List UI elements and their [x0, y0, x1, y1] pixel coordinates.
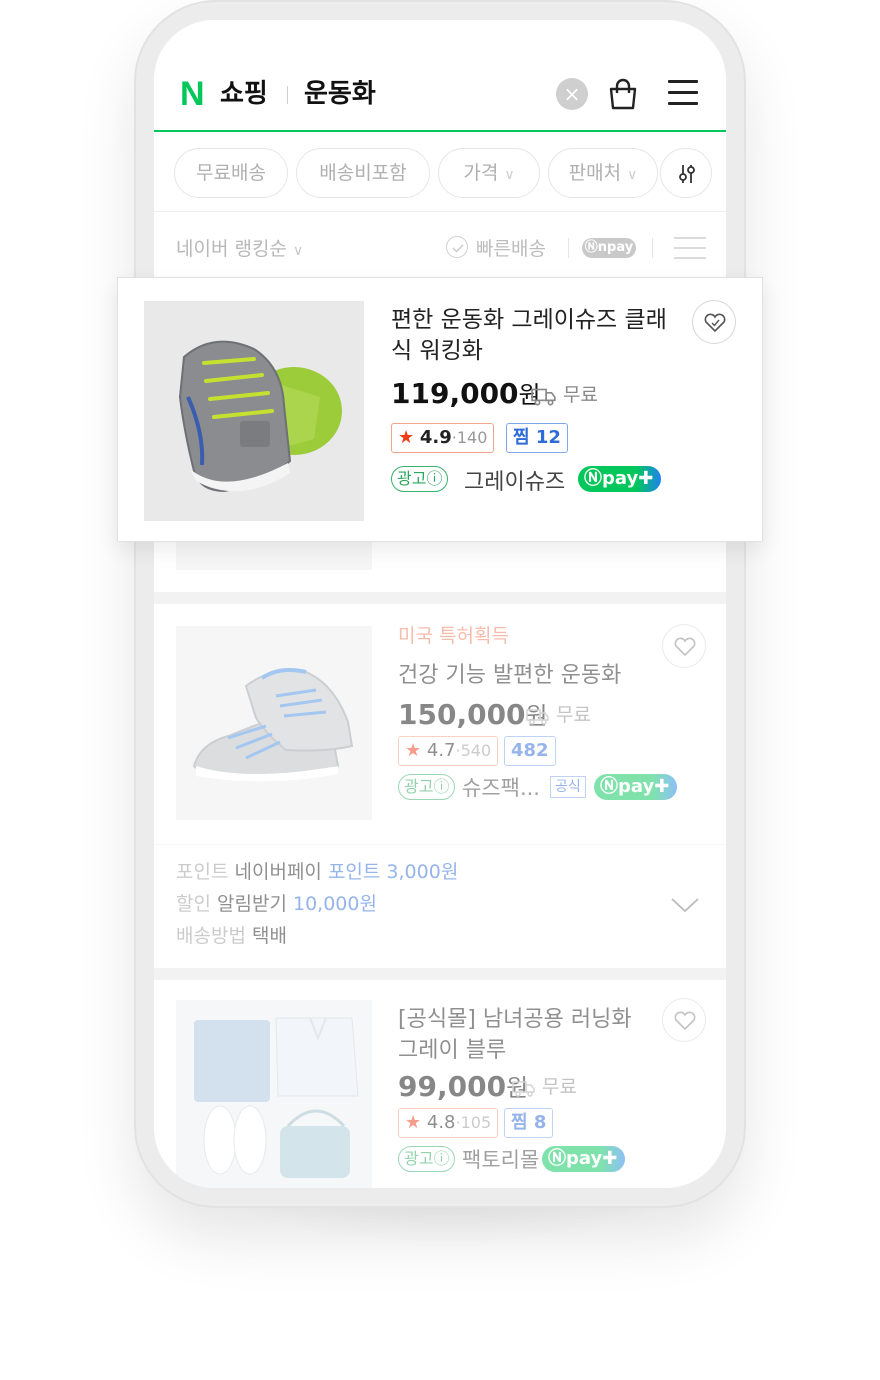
shopping-bag-icon[interactable]	[606, 76, 640, 112]
filter-bar: 무료배송 배송비포함 가격 ∨ 판매처 ∨	[154, 134, 726, 212]
stage: N 쇼핑 운동화 × 무료배송 배송비포함 가격 ∨ 판매처 ∨ 네이버 랭킹순…	[0, 0, 880, 1380]
sort-bar: 네이버 랭킹순 ∨ 빠른배송 Ⓝnpay	[154, 214, 726, 282]
filter-seller[interactable]: 판매처 ∨	[548, 148, 658, 198]
discount-info: 할인 알림받기 10,000원	[176, 893, 377, 915]
product-image[interactable]	[144, 301, 364, 521]
filter-shipping-included[interactable]: 배송비포함	[296, 148, 430, 198]
truck-icon	[512, 1080, 535, 1097]
seller-name[interactable]: 그레이슈즈	[464, 464, 565, 496]
divider	[568, 238, 569, 258]
product-title[interactable]: 건강 기능 발편한 운동화	[398, 660, 621, 691]
official-badge: 공식	[550, 776, 586, 798]
ad-badge[interactable]: 광고ⓘ	[398, 1146, 456, 1172]
rating-badge: ★ 4.8·105	[398, 1108, 499, 1138]
product-image[interactable]	[176, 1000, 372, 1188]
naver-logo[interactable]: N	[180, 76, 205, 112]
npay-plus-badge: Ⓝpay✚	[578, 466, 662, 492]
shipping-method: 배송방법 택배	[176, 925, 287, 947]
star-icon: ★	[405, 740, 422, 761]
product-badge: 미국 특허획득	[398, 625, 509, 647]
shipping-info: 무료	[526, 700, 591, 727]
zzim-count[interactable]: 찜 12	[506, 423, 568, 453]
app-header: N 쇼핑 운동화 ×	[154, 20, 726, 132]
section-divider	[154, 968, 726, 980]
shopping-logo-text[interactable]: 쇼핑	[220, 76, 268, 112]
divider	[652, 238, 653, 258]
star-icon: ★	[405, 1112, 422, 1133]
truck-icon	[526, 708, 549, 725]
filter-sliders-icon[interactable]	[660, 148, 712, 198]
ad-badge[interactable]: 광고ⓘ	[391, 466, 449, 492]
ad-badge[interactable]: 광고ⓘ	[398, 774, 456, 800]
fast-delivery-toggle[interactable]: 빠른배송	[476, 234, 546, 261]
zzim-count[interactable]: 482	[504, 736, 556, 766]
product-title[interactable]: 편한 운동화 그레이슈즈 클래식 워킹화	[391, 305, 681, 367]
divider	[287, 86, 288, 104]
search-query[interactable]: 운동화	[304, 76, 376, 112]
seller-name[interactable]: 팩토리몰	[462, 1144, 539, 1174]
shipping-info: 무료	[531, 380, 598, 407]
rating-badge: ★ 4.9·140	[391, 423, 495, 453]
heart-icon[interactable]	[692, 300, 736, 344]
zzim-count[interactable]: 찜 8	[504, 1108, 554, 1138]
chevron-down-icon[interactable]	[670, 896, 700, 914]
divider	[154, 844, 726, 845]
chevron-down-icon: ∨	[292, 243, 304, 259]
check-icon[interactable]	[446, 236, 468, 258]
chevron-down-icon: ∨	[504, 167, 515, 183]
npay-plus-badge: Ⓝpay✚	[542, 1146, 626, 1172]
product-price: 99,000원	[398, 1070, 529, 1103]
product-title[interactable]: [공식몰] 남녀공용 러닝화 그레이 블루	[398, 1004, 638, 1066]
hamburger-menu-icon[interactable]	[668, 80, 698, 106]
section-divider	[154, 592, 726, 604]
seller-name[interactable]: 슈즈팩...	[462, 772, 540, 802]
truck-icon	[531, 388, 556, 405]
filter-free-shipping[interactable]: 무료배송	[174, 148, 288, 198]
chevron-down-icon: ∨	[627, 167, 638, 183]
phone-screen: N 쇼핑 운동화 × 무료배송 배송비포함 가격 ∨ 판매처 ∨ 네이버 랭킹순…	[154, 20, 726, 1188]
close-icon[interactable]: ×	[556, 78, 588, 110]
product-price: 119,000원	[391, 377, 541, 410]
npay-plus-badge: Ⓝpay✚	[594, 774, 678, 800]
heart-icon[interactable]	[662, 998, 706, 1042]
shipping-info: 무료	[512, 1072, 577, 1099]
featured-product-card[interactable]: 편한 운동화 그레이슈즈 클래식 워킹화 119,000원 무료 ★ 4.9·1…	[117, 277, 763, 542]
heart-icon[interactable]	[662, 624, 706, 668]
product-image[interactable]	[176, 626, 372, 820]
npay-filter-badge[interactable]: Ⓝnpay	[582, 238, 636, 258]
filter-price[interactable]: 가격 ∨	[438, 148, 540, 198]
star-icon: ★	[398, 427, 415, 448]
rating-badge: ★ 4.7·540	[398, 736, 499, 766]
point-info: 포인트 네이버페이 포인트 3,000원	[176, 861, 459, 883]
list-view-icon[interactable]	[674, 236, 706, 260]
sort-dropdown[interactable]: 네이버 랭킹순 ∨	[176, 234, 303, 261]
